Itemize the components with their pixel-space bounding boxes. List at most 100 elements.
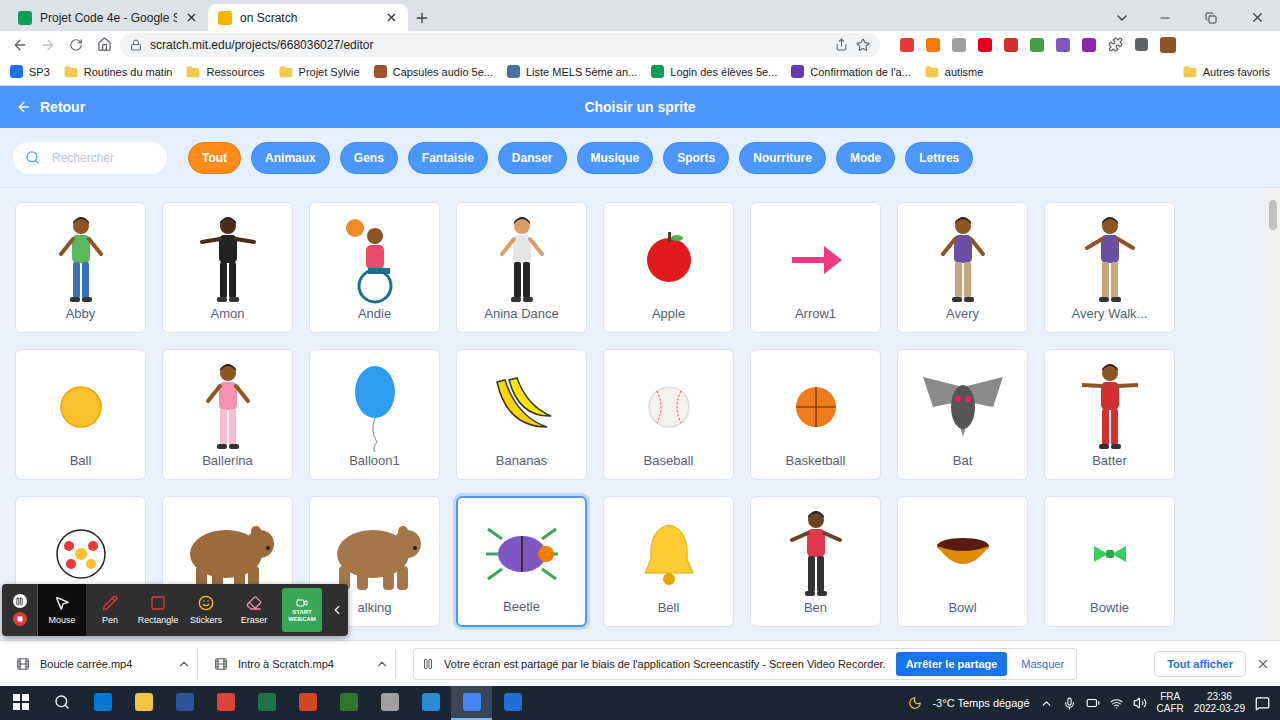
puzzle-icon[interactable] <box>1108 37 1123 52</box>
download-item[interactable]: Boucle carrée.mp4 <box>10 650 198 678</box>
start-button[interactable] <box>0 686 41 720</box>
browser-tab[interactable]: on Scratch <box>208 4 408 31</box>
extension-icon[interactable] <box>978 38 992 52</box>
clock[interactable]: 23:362022-03-29 <box>1194 691 1245 716</box>
sprite-card[interactable]: Apple <box>603 202 734 333</box>
forward-button[interactable] <box>36 33 60 57</box>
sprite-card[interactable]: Anina Dance <box>456 202 587 333</box>
stop-sharing-button[interactable]: Arrêter le partage <box>896 652 1008 676</box>
extension-icon[interactable] <box>952 38 966 52</box>
weather[interactable]: -3°C Temps dégagé <box>932 697 1029 709</box>
pause-button[interactable] <box>13 594 27 608</box>
sprite-card[interactable]: Bowtie <box>1044 496 1175 627</box>
profile-avatar-icon[interactable] <box>1160 37 1176 53</box>
category-tag[interactable]: Tout <box>188 142 241 174</box>
sprite-card[interactable]: Abby <box>15 202 146 333</box>
address-bar[interactable]: scratch.mit.edu/projects/668036027/edito… <box>120 33 880 57</box>
taskbar-app[interactable] <box>492 686 533 720</box>
sprite-card[interactable]: Andie <box>309 202 440 333</box>
category-tag[interactable]: Nourriture <box>739 142 826 174</box>
category-tag[interactable]: Animaux <box>251 142 330 174</box>
extension-icon[interactable] <box>900 38 914 52</box>
taskbar-app[interactable] <box>123 686 164 720</box>
bookmark[interactable]: autisme <box>925 65 984 79</box>
reload-button[interactable] <box>64 33 88 57</box>
bookmark[interactable]: Projet Sylvie <box>279 65 360 79</box>
collapse-button[interactable] <box>326 584 348 636</box>
extension-icon[interactable] <box>1004 38 1018 52</box>
browser-tab[interactable]: Projet Code 4e - Google Sheets <box>8 4 208 31</box>
scrollbar[interactable] <box>1266 188 1280 640</box>
hide-button[interactable]: Masquer <box>1017 658 1068 670</box>
tab-search-button[interactable] <box>1102 4 1142 31</box>
sprite-card[interactable]: Bell <box>603 496 734 627</box>
taskbar-app[interactable] <box>82 686 123 720</box>
category-tag[interactable]: Musique <box>577 142 654 174</box>
sprite-card[interactable]: Baseball <box>603 349 734 480</box>
sprite-card[interactable]: Ball <box>15 349 146 480</box>
taskbar-app[interactable] <box>369 686 410 720</box>
notifications-icon[interactable] <box>1255 696 1270 711</box>
close-icon[interactable] <box>1256 657 1270 671</box>
extension-icon[interactable] <box>1082 38 1096 52</box>
close-window-button[interactable] <box>1234 4 1280 31</box>
back-button[interactable] <box>8 33 32 57</box>
language-indicator[interactable]: FRACAFR <box>1157 691 1184 716</box>
chevron-up-icon[interactable] <box>375 657 389 671</box>
volume-icon[interactable] <box>1133 696 1147 710</box>
taskbar-app[interactable] <box>164 686 205 720</box>
bookmark[interactable]: SP3 <box>10 65 50 78</box>
taskbar-app[interactable] <box>287 686 328 720</box>
sprite-card[interactable]: Avery <box>897 202 1028 333</box>
star-icon[interactable] <box>856 38 870 52</box>
restore-button[interactable] <box>1188 4 1234 31</box>
bookmark[interactable]: Capsules audio 5e... <box>374 65 493 78</box>
home-button[interactable] <box>92 33 116 57</box>
extension-icon[interactable] <box>1030 38 1044 52</box>
back-link[interactable]: Retour <box>16 99 584 115</box>
sprite-card[interactable]: Balloon1 <box>309 349 440 480</box>
category-tag[interactable]: Danser <box>498 142 567 174</box>
sprite-card[interactable]: Ballerina <box>162 349 293 480</box>
annotation-tool[interactable]: Pen <box>86 584 134 636</box>
side-panel-icon[interactable] <box>1135 38 1148 51</box>
taskbar-app[interactable] <box>328 686 369 720</box>
minimize-button[interactable] <box>1142 4 1188 31</box>
bookmark[interactable]: Ressources <box>186 65 264 79</box>
search-field[interactable]: Rechercher <box>13 142 167 174</box>
start-webcam-button[interactable]: START WEBCAM <box>282 588 322 632</box>
sprite-card[interactable]: Bananas <box>456 349 587 480</box>
annotation-tool[interactable]: Rectangle <box>134 584 182 636</box>
taskbar-app[interactable] <box>205 686 246 720</box>
bookmark[interactable]: Routines du matin <box>64 65 173 79</box>
other-bookmarks[interactable]: Autres favoris <box>1183 65 1270 79</box>
taskbar-app[interactable] <box>410 686 451 720</box>
sprite-card[interactable]: Bowl <box>897 496 1028 627</box>
stop-button[interactable] <box>13 612 27 626</box>
annotation-tool[interactable]: Mouse <box>38 584 86 636</box>
category-tag[interactable]: Sports <box>663 142 729 174</box>
category-tag[interactable]: Fantaisie <box>408 142 488 174</box>
sprite-card[interactable]: Ben <box>750 496 881 627</box>
scrollbar-thumb[interactable] <box>1269 200 1277 230</box>
new-tab-button[interactable] <box>408 4 436 31</box>
sprite-card[interactable]: Avery Walk... <box>1044 202 1175 333</box>
sprite-card[interactable]: Amon <box>162 202 293 333</box>
show-all-button[interactable]: Tout afficher <box>1154 651 1246 677</box>
chevron-up-icon[interactable] <box>177 657 191 671</box>
annotation-tool[interactable]: Eraser <box>230 584 278 636</box>
close-tab-icon[interactable] <box>185 11 198 24</box>
chevron-up-icon[interactable] <box>1040 697 1053 710</box>
extension-icon[interactable] <box>1056 38 1070 52</box>
sprite-card[interactable]: Arrow1 <box>750 202 881 333</box>
sprite-card[interactable]: Beetle <box>456 496 587 627</box>
search-button[interactable] <box>41 686 82 720</box>
sprite-card[interactable]: Basketball <box>750 349 881 480</box>
category-tag[interactable]: Gens <box>340 142 398 174</box>
network-icon[interactable] <box>1110 697 1123 710</box>
extension-icon[interactable] <box>926 38 940 52</box>
bookmark[interactable]: Login des élèves 5e... <box>651 65 777 78</box>
mic-icon[interactable] <box>1063 697 1076 710</box>
sprite-card[interactable]: Batter <box>1044 349 1175 480</box>
download-item[interactable]: Intro à Scratch.mp4 <box>208 650 396 678</box>
